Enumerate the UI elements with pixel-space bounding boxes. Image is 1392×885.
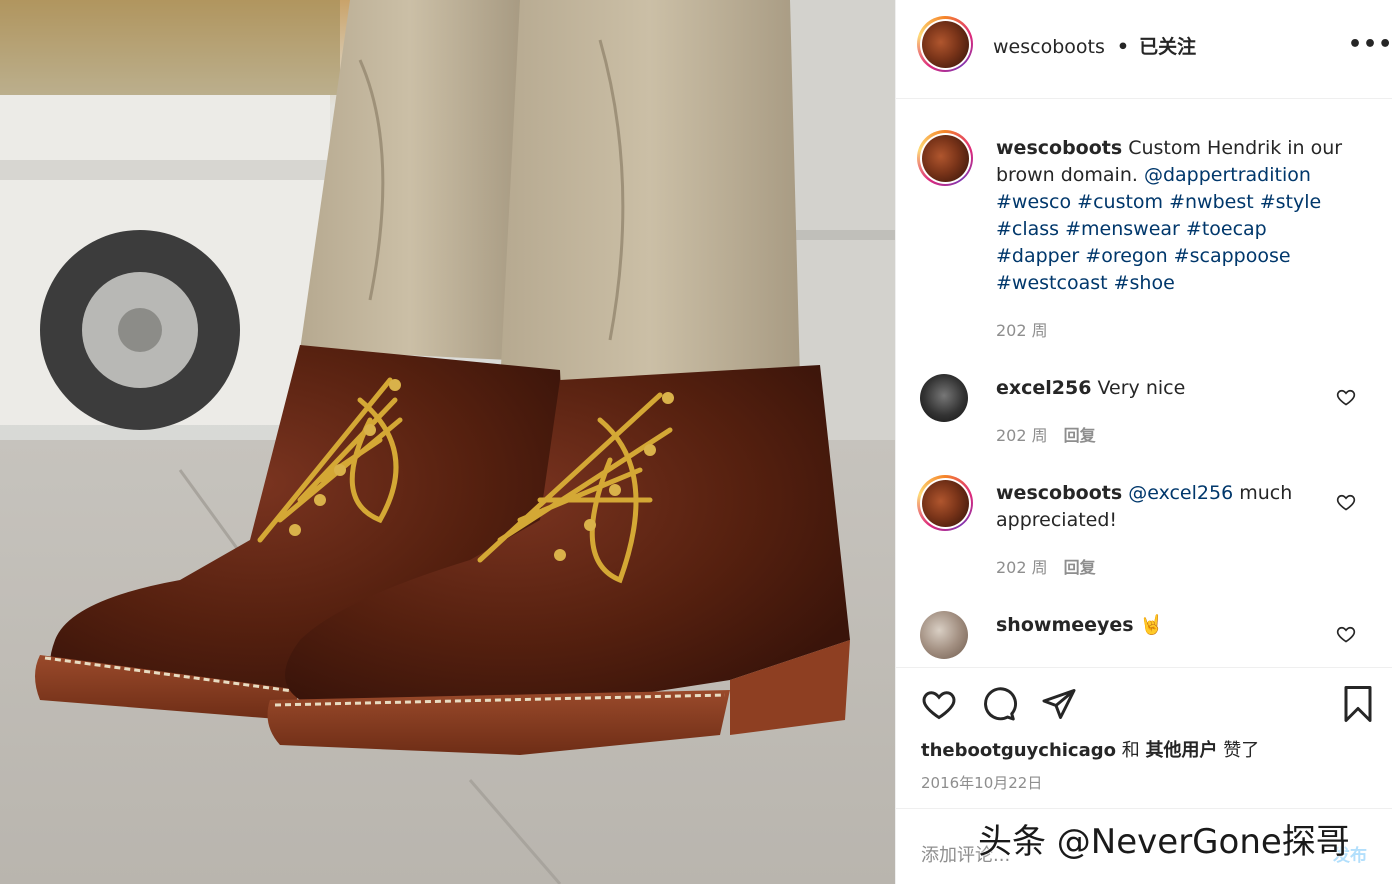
caption-mention-link[interactable]: @dappertradition: [1144, 164, 1311, 186]
comment-time[interactable]: 202 周: [996, 558, 1048, 577]
likes-and: 和: [1121, 740, 1140, 761]
watermark: 头条 @NeverGone探哥: [978, 822, 1350, 862]
post-photo[interactable]: [0, 0, 895, 884]
caption-time[interactable]: 202 周: [996, 317, 1048, 341]
separator-dot: •: [1116, 36, 1130, 58]
other-likers-link[interactable]: 其他用户: [1145, 740, 1217, 761]
comment-like-heart-icon[interactable]: [1336, 387, 1356, 407]
caption-hashtags[interactable]: #wesco #custom #nwbest #style #class #me…: [996, 191, 1321, 294]
comment-text: wescoboots @excel256 much appreciated!: [996, 480, 1346, 534]
comment-time[interactable]: 202 周: [996, 426, 1048, 445]
comment-body: Very nice: [1097, 377, 1186, 399]
comment-username-link[interactable]: excel256: [996, 377, 1091, 399]
liker-username-link[interactable]: thebootguychicago: [921, 740, 1116, 761]
author-avatar[interactable]: [917, 16, 973, 72]
likes-suffix: 赞了: [1223, 740, 1260, 761]
comment-username-link[interactable]: wescoboots: [996, 482, 1122, 504]
reply-button[interactable]: 回复: [1064, 426, 1096, 445]
follow-status-button[interactable]: 已关注: [1139, 36, 1196, 58]
comment-like-heart-icon[interactable]: [1336, 492, 1356, 512]
post-side-panel: wescoboots • 已关注 ••• wescoboots Custom H…: [895, 0, 1392, 884]
comment-text: showmeeyes 🤘: [996, 612, 1346, 639]
boots-image: [0, 0, 895, 884]
paper-plane-icon[interactable]: [1040, 686, 1078, 722]
post-header: wescoboots • 已关注 •••: [896, 0, 1392, 99]
likes-summary: thebootguychicago 和 其他用户 赞了: [921, 736, 1259, 762]
author-username-link[interactable]: wescoboots: [993, 36, 1105, 58]
comment-meta: 202 周回复: [996, 422, 1096, 446]
post-date[interactable]: 2016年10月22日: [921, 772, 1042, 793]
bookmark-icon[interactable]: [1340, 684, 1376, 724]
commenter-avatar[interactable]: [920, 374, 968, 422]
comment-mention-link[interactable]: @excel256: [1128, 482, 1233, 504]
action-bar: [896, 667, 1392, 722]
commenter-avatar[interactable]: [920, 611, 968, 659]
comment-meta: 202 周回复: [996, 554, 1096, 578]
caption-username-link[interactable]: wescoboots: [996, 137, 1122, 159]
comment-emoji: 🤘: [1139, 614, 1164, 636]
comment-like-heart-icon[interactable]: [1336, 624, 1356, 644]
comment-text: excel256 Very nice: [996, 375, 1346, 402]
comment-username-link[interactable]: showmeeyes: [996, 614, 1134, 636]
caption-avatar[interactable]: [917, 130, 973, 186]
more-options-icon[interactable]: •••: [1348, 32, 1392, 57]
reply-button[interactable]: 回复: [1064, 558, 1096, 577]
comment-bubble-icon[interactable]: [980, 686, 1018, 722]
header-user-line: wescoboots • 已关注: [993, 32, 1196, 59]
commenter-avatar[interactable]: [917, 475, 973, 531]
caption-text: wescoboots Custom Hendrik in our brown d…: [996, 135, 1346, 297]
heart-icon[interactable]: [920, 686, 958, 722]
